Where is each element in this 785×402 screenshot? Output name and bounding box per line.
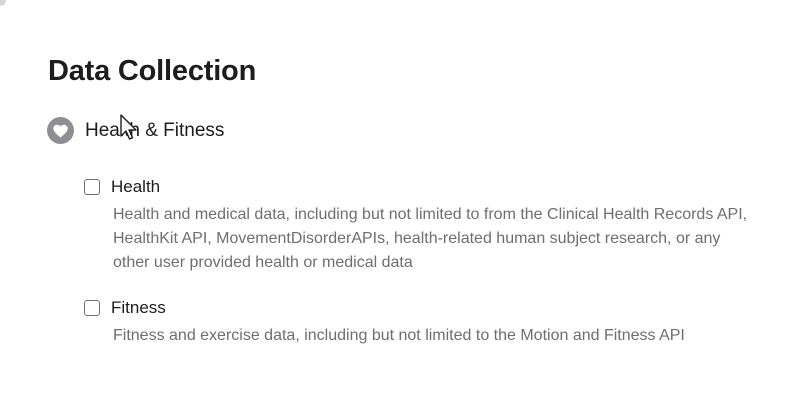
- data-type-item-fitness: Fitness Fitness and exercise data, inclu…: [84, 298, 764, 348]
- window-corner: [0, 0, 6, 6]
- data-collection-page: Data Collection Health & Fitness Health …: [0, 0, 785, 402]
- section-label: Health & Fitness: [85, 119, 225, 141]
- page-title: Data Collection: [48, 55, 257, 87]
- heart-icon: [47, 117, 74, 144]
- data-type-item-health: Health Health and medical data, includin…: [84, 177, 764, 275]
- section-header-health-fitness: Health & Fitness: [47, 117, 224, 144]
- health-description: Health and medical data, including but n…: [113, 206, 748, 271]
- fitness-checkbox[interactable]: [84, 300, 100, 316]
- fitness-label[interactable]: Fitness: [111, 298, 166, 318]
- health-checkbox[interactable]: [84, 179, 100, 195]
- fitness-description: Fitness and exercise data, including but…: [113, 327, 685, 344]
- health-label[interactable]: Health: [111, 177, 160, 197]
